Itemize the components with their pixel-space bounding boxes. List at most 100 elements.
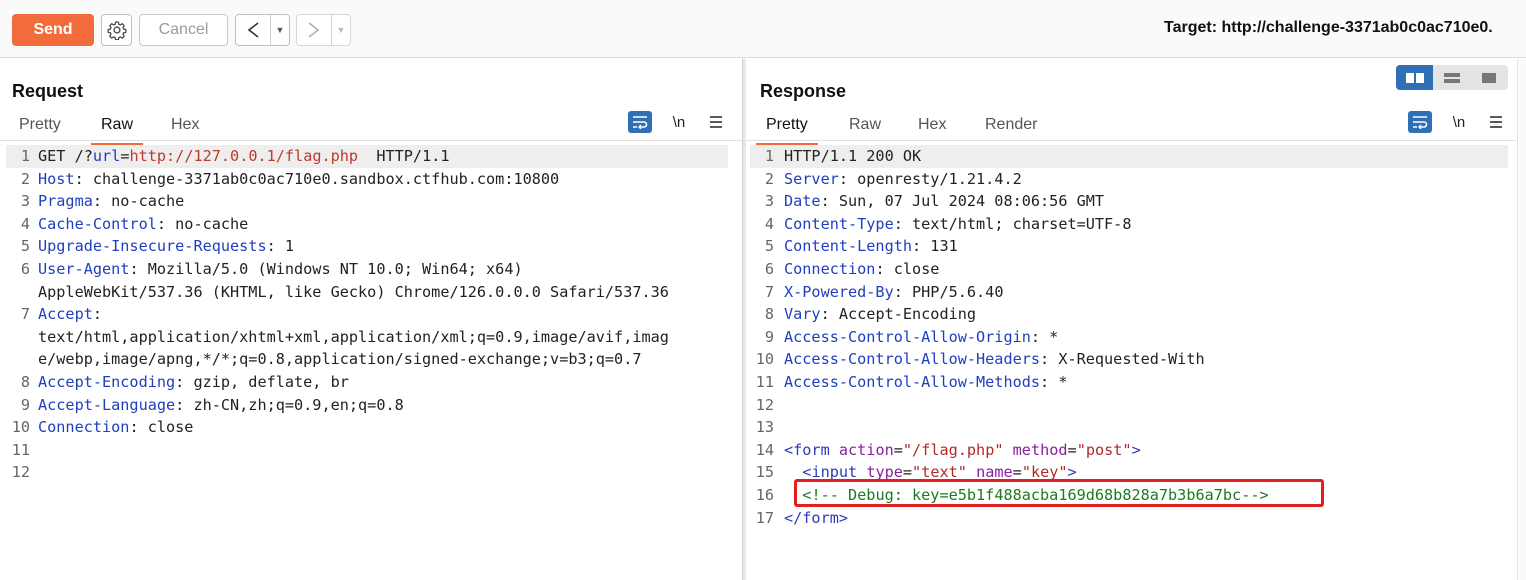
tab-render[interactable]: Render [975,116,1047,140]
code-line: 5 Upgrade-Insecure-Requests: 1 [6,235,728,258]
send-button[interactable]: Send [12,14,94,46]
tab-hex[interactable]: Hex [908,116,956,140]
code-text: GET /?url=http://127.0.0.1/flag.php HTTP… [38,145,450,168]
layout-stacked-button[interactable] [1433,65,1470,90]
line-number: 11 [755,372,774,391]
show-newlines-toggle[interactable]: \n [667,111,691,133]
code-line: 1 GET /?url=http://127.0.0.1/flag.php HTT… [6,145,728,168]
code-text: Access-Control-Allow-Origin: * [784,326,1058,349]
columns-icon [1405,72,1424,83]
code-text: Server: openresty/1.21.4.2 [784,168,1022,191]
tab-pretty[interactable]: Pretty [756,116,818,145]
code-text: Connection: close [784,258,939,281]
code-text: <form action="/flag.php" method="post"> [784,439,1141,462]
code-token: Pragma [38,192,93,211]
chevron-right-icon [308,22,320,38]
code-token: Accept-Language [38,395,176,414]
back-history-dropdown[interactable]: ▼ [270,15,289,45]
history-back-group[interactable]: ▼ [235,14,290,46]
menu-icon[interactable] [1484,111,1508,133]
code-text: Accept-Language: zh-CN,zh;q=0.9,en;q=0.8 [38,394,404,417]
code-token: : close [129,418,194,437]
line-number: 6 [764,259,774,278]
menu-icon[interactable] [704,111,728,133]
code-token: : Mozilla/5.0 (Windows NT 10.0; Win64; x… [129,259,523,278]
code-token: GET /? [38,147,93,165]
code-line: 17 </form> [750,507,1508,530]
line-number: 12 [755,395,774,414]
tab-hex[interactable]: Hex [161,116,209,140]
code-token: Host [38,169,75,188]
code-token: : 1 [266,237,295,256]
show-newlines-toggle[interactable]: \n [1447,111,1471,133]
code-token: : challenge-3371ab0c0ac710e0.sandbox.ctf… [74,169,560,188]
line-number: 2 [20,169,30,188]
tab-pretty[interactable]: Pretty [9,116,71,140]
code-line: 7 X-Powered-By: PHP/5.6.40 [750,281,1508,304]
line-number: 17 [755,508,774,527]
tab-raw[interactable]: Raw [839,116,891,140]
line-number: 4 [764,214,774,233]
code-token: : gzip, deflate, br [175,372,349,391]
layout-switcher [1396,65,1508,90]
code-token: Server [784,169,839,188]
code-token: url [92,147,121,165]
code-token: : [92,305,103,324]
code-line: 13 [750,416,1508,439]
layout-side-by-side-button[interactable] [1396,65,1434,90]
gear-icon [107,21,126,40]
word-wrap-toggle[interactable] [628,111,652,133]
back-button[interactable] [236,15,270,45]
code-token: : X-Requested-With [1040,350,1205,369]
response-editor[interactable]: 1 HTTP/1.1 200 OK 2 Server: openresty/1.21.… [750,145,1508,529]
single-pane-icon [1482,72,1497,83]
code-line: 10 Connection: close [6,416,728,439]
toolbar: Send Cancel ▼ ▼ Target: http://challenge… [0,0,1526,58]
tab-divider [0,140,743,141]
code-token: User-Agent [38,259,130,278]
word-wrap-toggle[interactable] [1408,111,1432,133]
code-token: "post" [1076,440,1132,459]
cancel-button[interactable]: Cancel [139,14,228,46]
code-line: 12 [750,394,1508,417]
line-number: 7 [20,305,30,324]
layout-single-button[interactable] [1471,65,1508,90]
settings-button[interactable] [101,14,132,46]
code-token: AppleWebKit/537.36 (KHTML, like Gecko) C… [38,282,669,301]
code-token: : 131 [912,237,958,256]
hamburger-menu-icon [1490,116,1502,128]
code-token: e/webp,image/apng,*/*;q=0.8,application/… [38,350,642,369]
code-token: Date [784,192,821,211]
code-text: Access-Control-Allow-Methods: * [784,371,1067,394]
history-forward-group[interactable]: ▼ [296,14,351,46]
code-line: 4 Content-Type: text/html; charset=UTF-8 [750,213,1508,236]
chevron-left-icon [247,22,259,38]
code-token: : text/html; charset=UTF-8 [893,214,1132,233]
code-line: 9 Accept-Language: zh-CN,zh;q=0.9,en;q=0.… [6,394,728,417]
wrap-text-icon [1413,116,1428,129]
line-number: 10 [11,418,30,437]
tab-raw[interactable]: Raw [91,116,144,145]
wrap-text-icon [633,116,648,129]
target-url: Target: http://challenge-3371ab0c0ac710e… [1164,19,1493,36]
line-number: 2 [764,169,774,188]
line-number: 5 [764,237,774,256]
code-text: AppleWebKit/537.36 (KHTML, like Gecko) C… [38,281,669,304]
forward-button[interactable] [297,15,331,45]
request-editor[interactable]: 1 GET /?url=http://127.0.0.1/flag.php HTT… [6,145,728,484]
code-text: Host: challenge-3371ab0c0ac710e0.sandbox… [38,168,559,191]
right-scrollbar[interactable] [1517,59,1526,580]
line-number: 6 [20,259,30,278]
line-number: 7 [764,282,774,301]
line-number: 14 [755,440,774,459]
forward-history-dropdown[interactable]: ▼ [331,15,350,45]
hamburger-menu-icon [710,116,722,128]
code-token: : * [1030,327,1059,346]
code-line: e/webp,image/apng,*/*;q=0.8,application/… [6,348,728,371]
code-text: User-Agent: Mozilla/5.0 (Windows NT 10.0… [38,258,523,281]
code-line: 11 Access-Control-Allow-Methods: * [750,371,1508,394]
code-token: Cache-Control [38,214,157,233]
code-token: "/flag.php" [902,440,1004,459]
code-line: 4 Cache-Control: no-cache [6,213,728,236]
code-token: Content-Type [784,214,894,233]
